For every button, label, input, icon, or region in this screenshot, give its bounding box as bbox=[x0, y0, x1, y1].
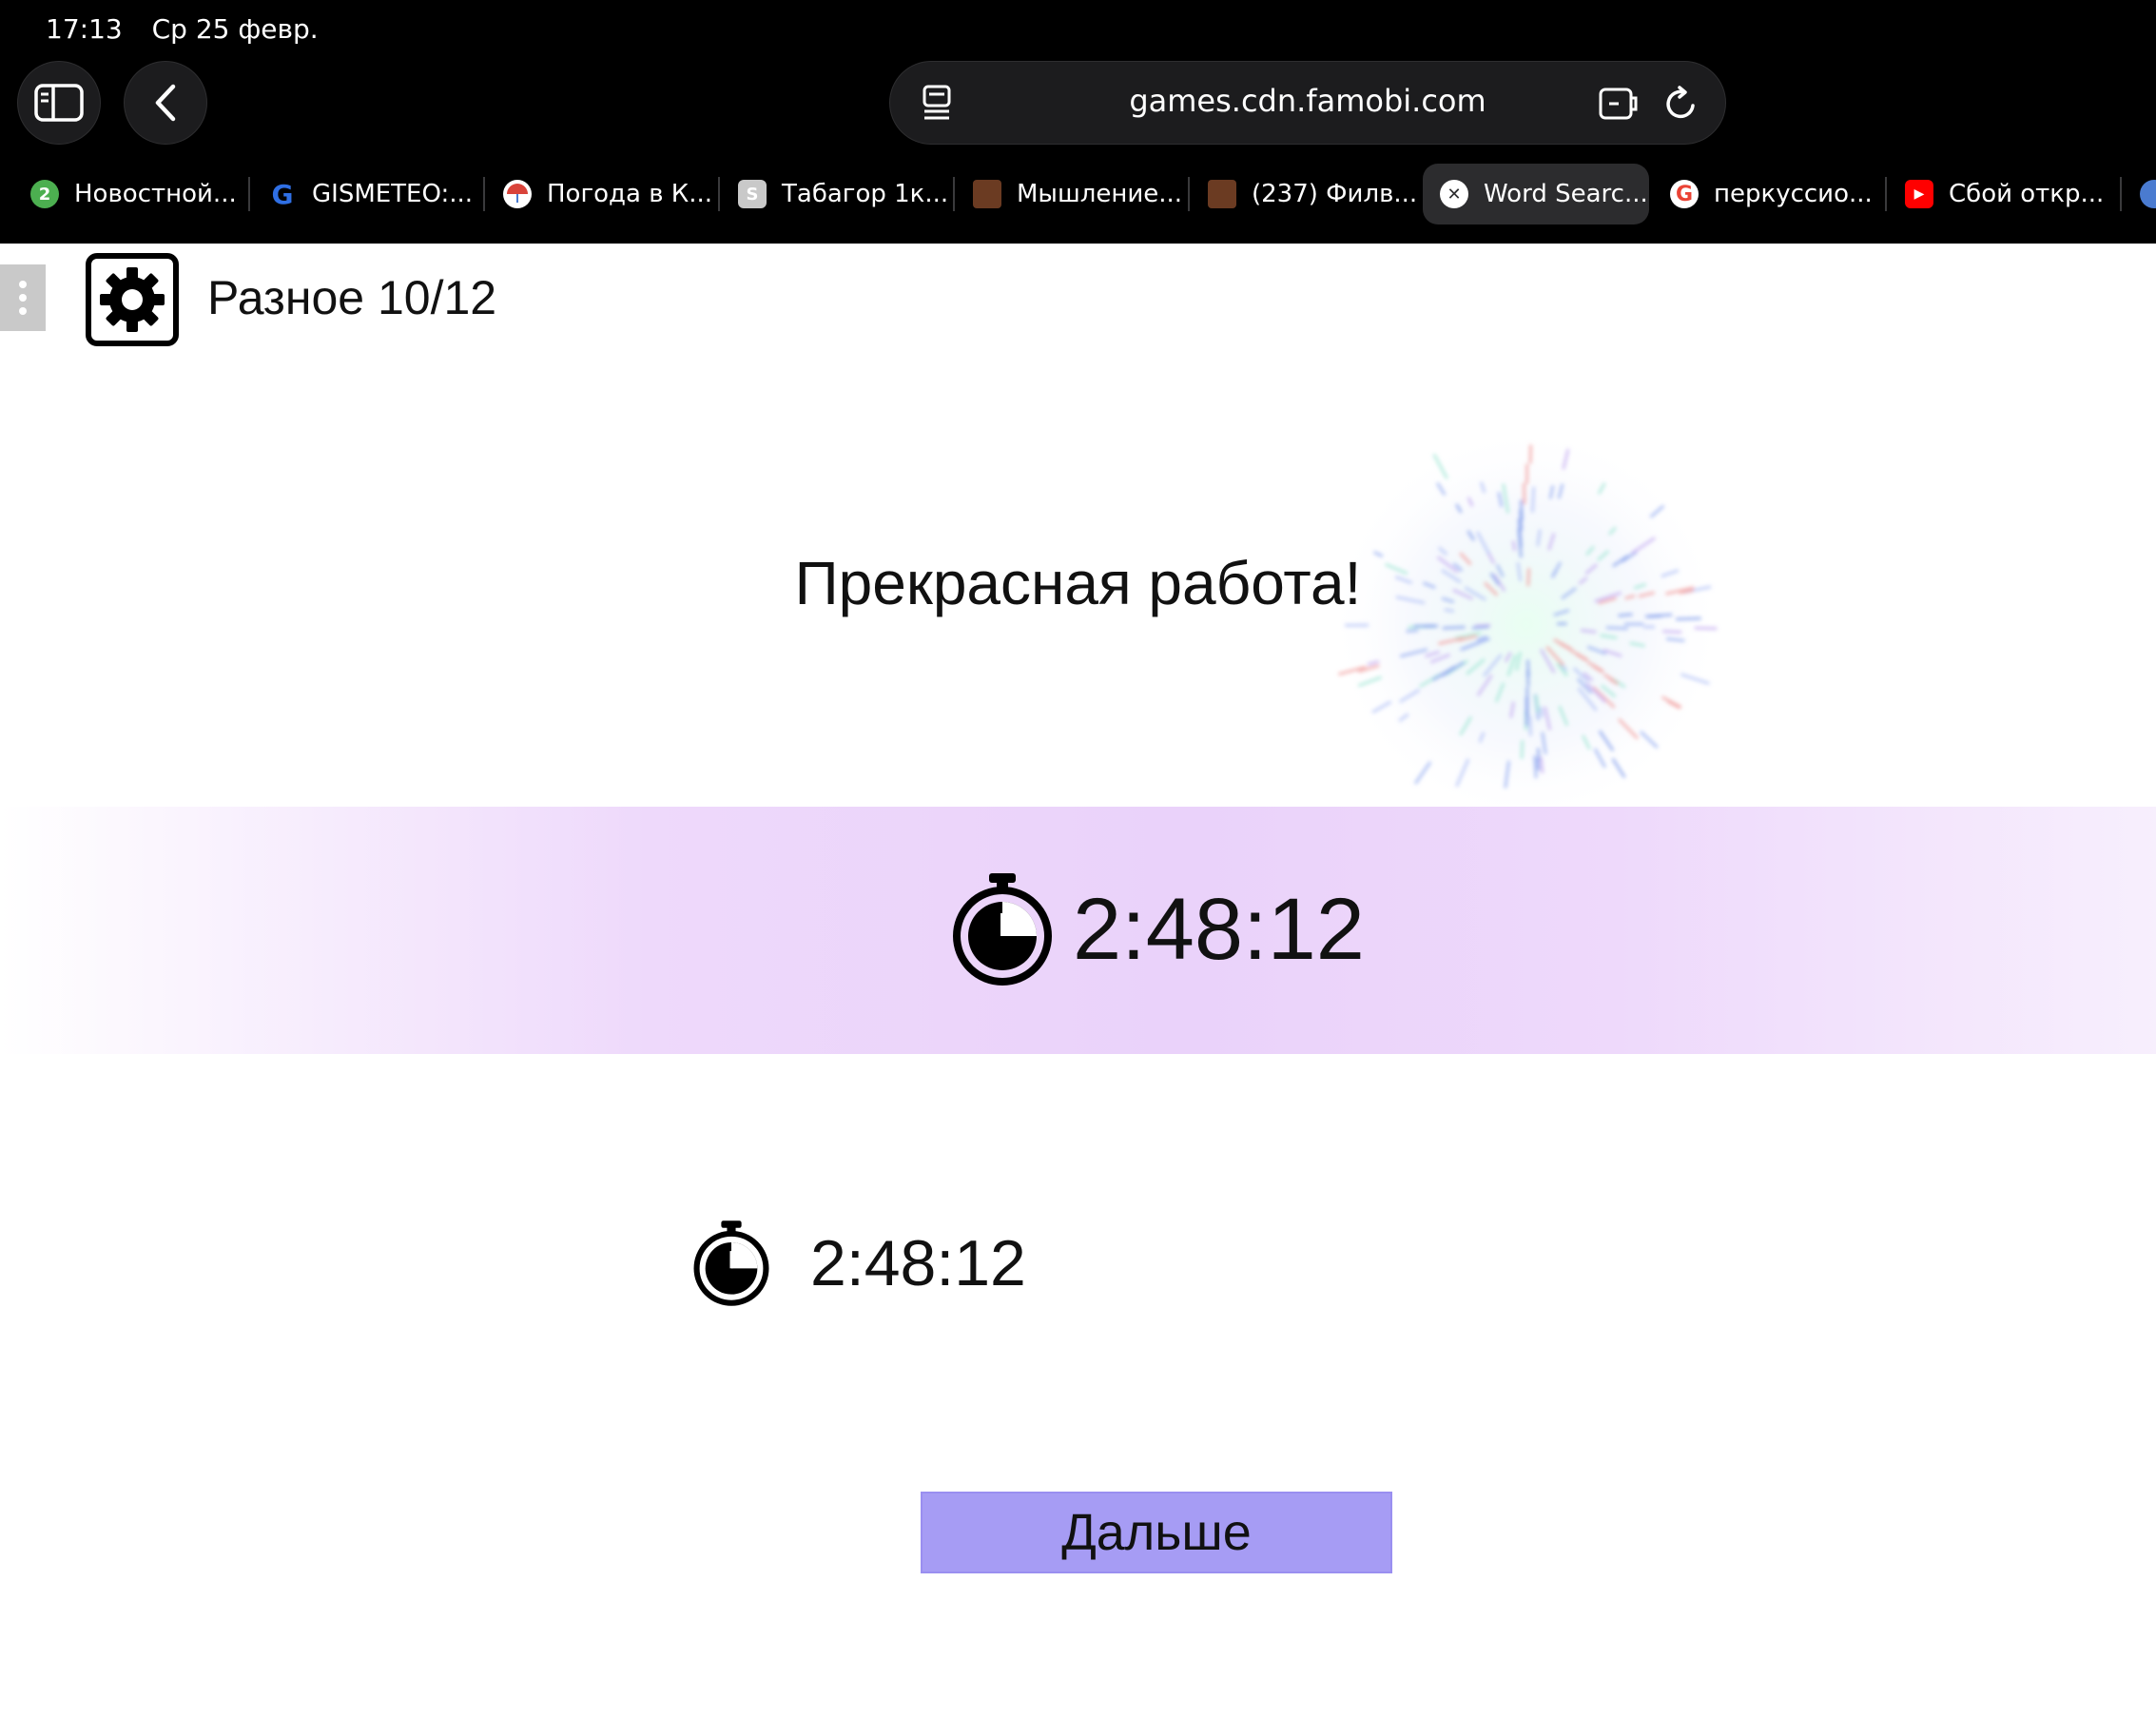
tab-favicon-icon: 2 bbox=[30, 180, 59, 208]
google-icon: G bbox=[1670, 180, 1699, 208]
tab-label: GISMETEO:... bbox=[312, 180, 474, 208]
firework-spark bbox=[1525, 670, 1530, 687]
tab-label: Табагор 1к... bbox=[782, 180, 949, 208]
firework-spark bbox=[1539, 707, 1544, 718]
firework-spark bbox=[1676, 616, 1701, 621]
firework-spark bbox=[1442, 625, 1466, 630]
firework-spark bbox=[1665, 637, 1685, 643]
tab-label: Мышление... bbox=[1017, 180, 1183, 208]
best-time: 2:48:12 bbox=[692, 1219, 1026, 1308]
tab-5[interactable]: (237) Филв... bbox=[1191, 164, 1421, 225]
sidebar-icon bbox=[34, 84, 84, 122]
reload-icon[interactable] bbox=[1661, 83, 1702, 125]
tab-4[interactable]: Мышление... bbox=[956, 164, 1186, 225]
tab-favicon-icon: G bbox=[271, 178, 294, 210]
side-menu-handle[interactable] bbox=[0, 264, 46, 331]
firework-spark bbox=[1580, 629, 1597, 634]
tab-strip: 2 Новостной... G GISMETEO:... Погода в К… bbox=[13, 164, 2156, 225]
tab-label: Сбой откр... bbox=[1949, 180, 2105, 208]
browser-chrome: 17:13 Ср 25 февр. games.cdn.famobi.com 2… bbox=[0, 0, 2156, 244]
tab-favicon-icon bbox=[2140, 180, 2156, 208]
tab-7[interactable]: G перкуссио... bbox=[1653, 164, 1883, 225]
tab-overflow[interactable] bbox=[2123, 164, 2156, 225]
firework-spark bbox=[1528, 715, 1532, 736]
tab-8[interactable]: ▶ Сбой откр... bbox=[1888, 164, 2118, 225]
tab-0[interactable]: 2 Новостной... bbox=[13, 164, 246, 225]
tab-label: Word Searc... bbox=[1484, 180, 1648, 208]
back-arrow-icon bbox=[155, 84, 176, 122]
current-time: 2:48:12 bbox=[951, 871, 1365, 987]
firework-spark bbox=[1536, 757, 1541, 771]
tab-label: перкуссио... bbox=[1714, 180, 1873, 208]
youtube-icon: ▶ bbox=[1905, 180, 1933, 208]
firework-spark bbox=[1520, 740, 1525, 759]
thumbnail-icon bbox=[1208, 180, 1236, 208]
game-page: Разное 10/12 Прекрасная работа! 2:48:12 bbox=[0, 244, 2156, 1718]
tab-active[interactable]: ✕ Word Searc... bbox=[1423, 164, 1649, 225]
tab-1[interactable]: G GISMETEO:... bbox=[251, 164, 481, 225]
best-time-value: 2:48:12 bbox=[810, 1227, 1026, 1299]
tab-label: Погода в К... bbox=[547, 180, 713, 208]
extensions-icon[interactable] bbox=[1598, 83, 1640, 125]
sidebar-toggle-button[interactable] bbox=[17, 61, 101, 145]
firework-spark bbox=[1539, 757, 1544, 773]
stopwatch-icon bbox=[953, 873, 1052, 986]
umbrella-icon bbox=[503, 180, 532, 208]
address-bar[interactable]: games.cdn.famobi.com bbox=[889, 61, 1726, 145]
firework-spark bbox=[1406, 629, 1419, 634]
firework-spark bbox=[1471, 625, 1489, 630]
back-button[interactable] bbox=[124, 61, 207, 145]
firework-spark bbox=[1694, 626, 1718, 631]
tab-2[interactable]: Погода в К... bbox=[486, 164, 716, 225]
firework-spark bbox=[1530, 486, 1536, 513]
stopwatch-icon bbox=[693, 1220, 769, 1306]
settings-button[interactable] bbox=[86, 253, 179, 346]
status-date: Ср 25 февр. bbox=[151, 13, 319, 45]
firework-burst-effect bbox=[1327, 424, 1726, 824]
close-tab-icon[interactable]: ✕ bbox=[1440, 180, 1468, 208]
current-time-value: 2:48:12 bbox=[1073, 880, 1365, 978]
gear-icon bbox=[100, 267, 165, 332]
firework-spark bbox=[1533, 755, 1538, 779]
status-bar: 17:13 Ср 25 февр. bbox=[46, 13, 340, 45]
firework-spark bbox=[1605, 626, 1628, 631]
level-label: Разное 10/12 bbox=[207, 271, 497, 324]
tab-3[interactable]: S Табагор 1к... bbox=[721, 164, 951, 225]
tab-favicon-icon: S bbox=[738, 180, 767, 208]
thumbnail-icon bbox=[973, 180, 1001, 208]
firework-spark bbox=[1662, 630, 1682, 634]
tab-label: (237) Филв... bbox=[1252, 180, 1418, 208]
tab-label: Новостной... bbox=[74, 180, 237, 208]
next-button[interactable]: Дальше bbox=[921, 1492, 1392, 1573]
success-message: Прекрасная работа! bbox=[794, 549, 1362, 617]
status-time: 17:13 bbox=[46, 13, 123, 45]
firework-spark bbox=[1519, 499, 1524, 521]
